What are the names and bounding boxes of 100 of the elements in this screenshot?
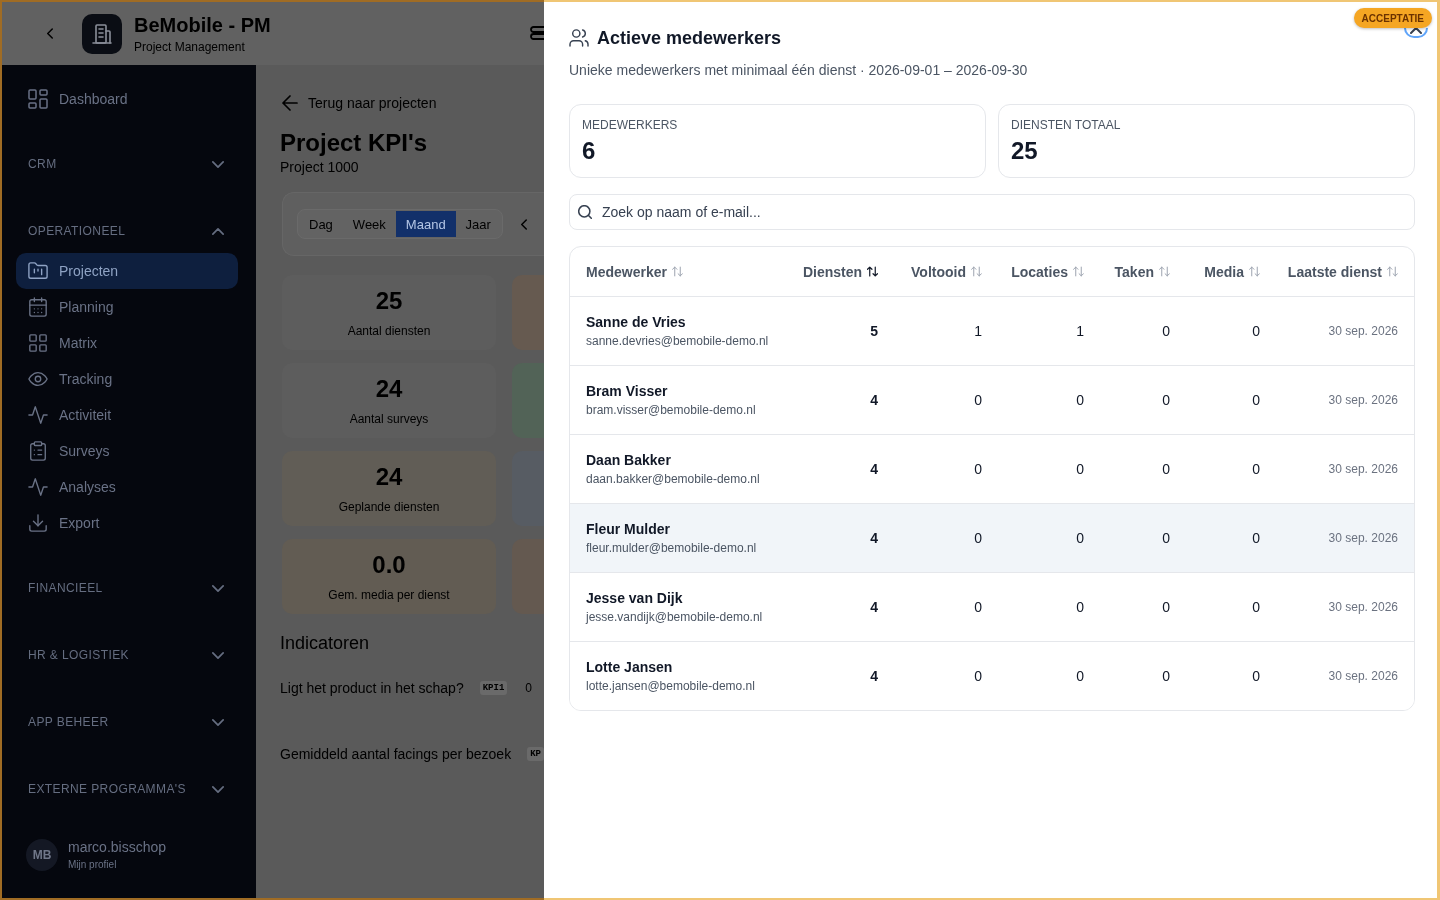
kpi-label: Gem. media per dienst [328,586,450,603]
kpi-value: 24 [375,462,403,491]
sidebar-item[interactable]: Analyses [16,469,238,505]
column-header[interactable]: Voltooid [911,263,982,280]
column-header[interactable]: Locaties [1011,263,1084,280]
back-to-projects-link[interactable]: Terug naar projecten [280,93,544,113]
shift-count: 4 [870,599,878,615]
sidebar-item[interactable]: Surveys [16,433,238,469]
sidebar-item[interactable]: Planning [16,289,238,325]
period-tab[interactable]: Dag [299,211,343,237]
sidebar-item[interactable]: Activiteit [16,397,238,433]
employee-name: Daan Bakker [586,451,671,469]
number-value: 0 [1162,323,1170,339]
environment-badge: ACCEPTATIE [1353,8,1432,28]
column-header[interactable]: Diensten [802,263,878,280]
section-title: Indicatoren [280,632,371,655]
page-subtitle: Project 1000 [280,158,360,176]
sidebar-section-header[interactable]: APP BEHEER [16,702,238,742]
calendar-icon [28,297,48,317]
users-icon [569,29,589,47]
employee-name: Bram Visser [586,382,668,400]
number-value: 0 [1076,599,1084,615]
chevron-down-icon [212,160,224,168]
number-value: 1 [974,323,982,339]
stat-value: 25 [1011,137,1038,165]
period-tab[interactable]: Maand [395,211,456,237]
kpi-value: 0.0 [372,550,406,579]
kpi-label: Aantal diensten [347,322,431,339]
employee-name: Sanne de Vries [586,313,686,331]
folder-icon [28,261,48,281]
column-header[interactable]: Media [1204,263,1260,280]
kpi-code-badge: KP [527,747,544,761]
sidebar-section-header[interactable]: FINANCIEEL [16,568,238,608]
pulse-icon [28,477,48,497]
search-icon [578,205,592,219]
sidebar-section-header[interactable]: CRM [16,144,238,184]
app-subtitle: Project Management [134,38,246,55]
number-value: 0 [974,461,982,477]
arrow-left-icon [282,95,298,111]
column-header[interactable]: Medewerker [586,263,683,280]
number-value: 0 [1076,668,1084,684]
sidebar-section-header[interactable]: EXTERNE PROGRAMMA'S [16,769,238,809]
employee-email: daan.bakker@bemobile-demo.nl [586,471,760,487]
chevron-down-icon [212,718,224,726]
indicator-question: Gemiddeld aantal facings per bezoek [280,746,512,762]
number-value: 0 [974,668,982,684]
stacked-bars-icon[interactable] [530,25,544,40]
employee-name: Lotte Jansen [586,658,673,676]
number-value: 0 [1252,530,1260,546]
employee-email: sanne.devries@bemobile-demo.nl [586,333,769,349]
date-value: 30 sep. 2026 [1328,600,1398,614]
user-avatar[interactable]: MB [26,839,58,871]
period-tab[interactable]: Jaar [455,211,501,237]
shift-count: 4 [870,668,878,684]
date-value: 30 sep. 2026 [1328,393,1398,407]
user-name: marco.bisschop [68,838,167,856]
number-value: 0 [1252,392,1260,408]
date-value: 30 sep. 2026 [1328,462,1398,476]
sidebar-item[interactable]: Export [16,505,238,541]
kpi-value: 24 [375,374,403,403]
sidebar-item[interactable]: Dashboard [16,81,238,117]
drawer-subtitle: Unieke medewerkers met minimaal één dienst · 2026-09-01 – 2026-09-30 [569,61,1029,80]
stat-value: 6 [582,137,596,165]
stat-label: MEDEWERKERS [582,117,678,133]
download-icon [28,513,48,533]
sidebar-item[interactable]: Projecten [16,253,238,289]
page-title: Project KPI's [280,128,429,158]
column-header[interactable]: Taken [1114,263,1170,280]
period-tab[interactable]: Week [342,211,396,237]
app-title: BeMobile - PM [134,12,271,37]
shift-count: 5 [870,323,878,339]
sidebar-item[interactable]: Tracking [16,361,238,397]
kpi-label: Aantal surveys [349,410,429,427]
shift-count: 4 [870,530,878,546]
number-value: 0 [1162,599,1170,615]
number-value: 0 [974,599,982,615]
column-header[interactable]: Laatste dienst [1287,263,1398,280]
search-field[interactable]: Zoek op naam of e-mail... [569,194,1415,230]
profile-link[interactable]: Mijn profiel [68,858,167,872]
previous-button[interactable] [520,218,527,230]
sidebar-item[interactable]: Matrix [16,325,238,361]
number-value: 0 [1252,668,1260,684]
dashboard-grid-icon [28,89,48,109]
number-value: 0 [1162,530,1170,546]
employee-name: Fleur Mulder [586,520,670,538]
table-row[interactable]: Fleur Mulder fleur.mulder@bemobile-demo.nl 4 0 0 0 0 30 sep. 2026 [570,504,1414,573]
sidebar-section-header[interactable]: HR & LOGISTIEK [16,635,238,675]
number-value: 0 [1162,392,1170,408]
sidebar-section-header[interactable]: OPERATIONEEL [16,211,238,251]
number-value: 0 [1162,461,1170,477]
number-value: 0 [1076,461,1084,477]
chevron-down-icon [212,584,224,592]
chevron-down-icon [212,651,224,659]
date-value: 30 sep. 2026 [1328,531,1398,545]
date-value: 30 sep. 2026 [1328,669,1398,683]
kpi-code-badge: KPI1 [479,681,508,695]
back-button[interactable] [47,28,53,39]
kpi-label: Geplande diensten [338,498,440,515]
building-logo-icon [82,13,122,54]
employee-email: bram.visser@bemobile-demo.nl [586,402,756,418]
